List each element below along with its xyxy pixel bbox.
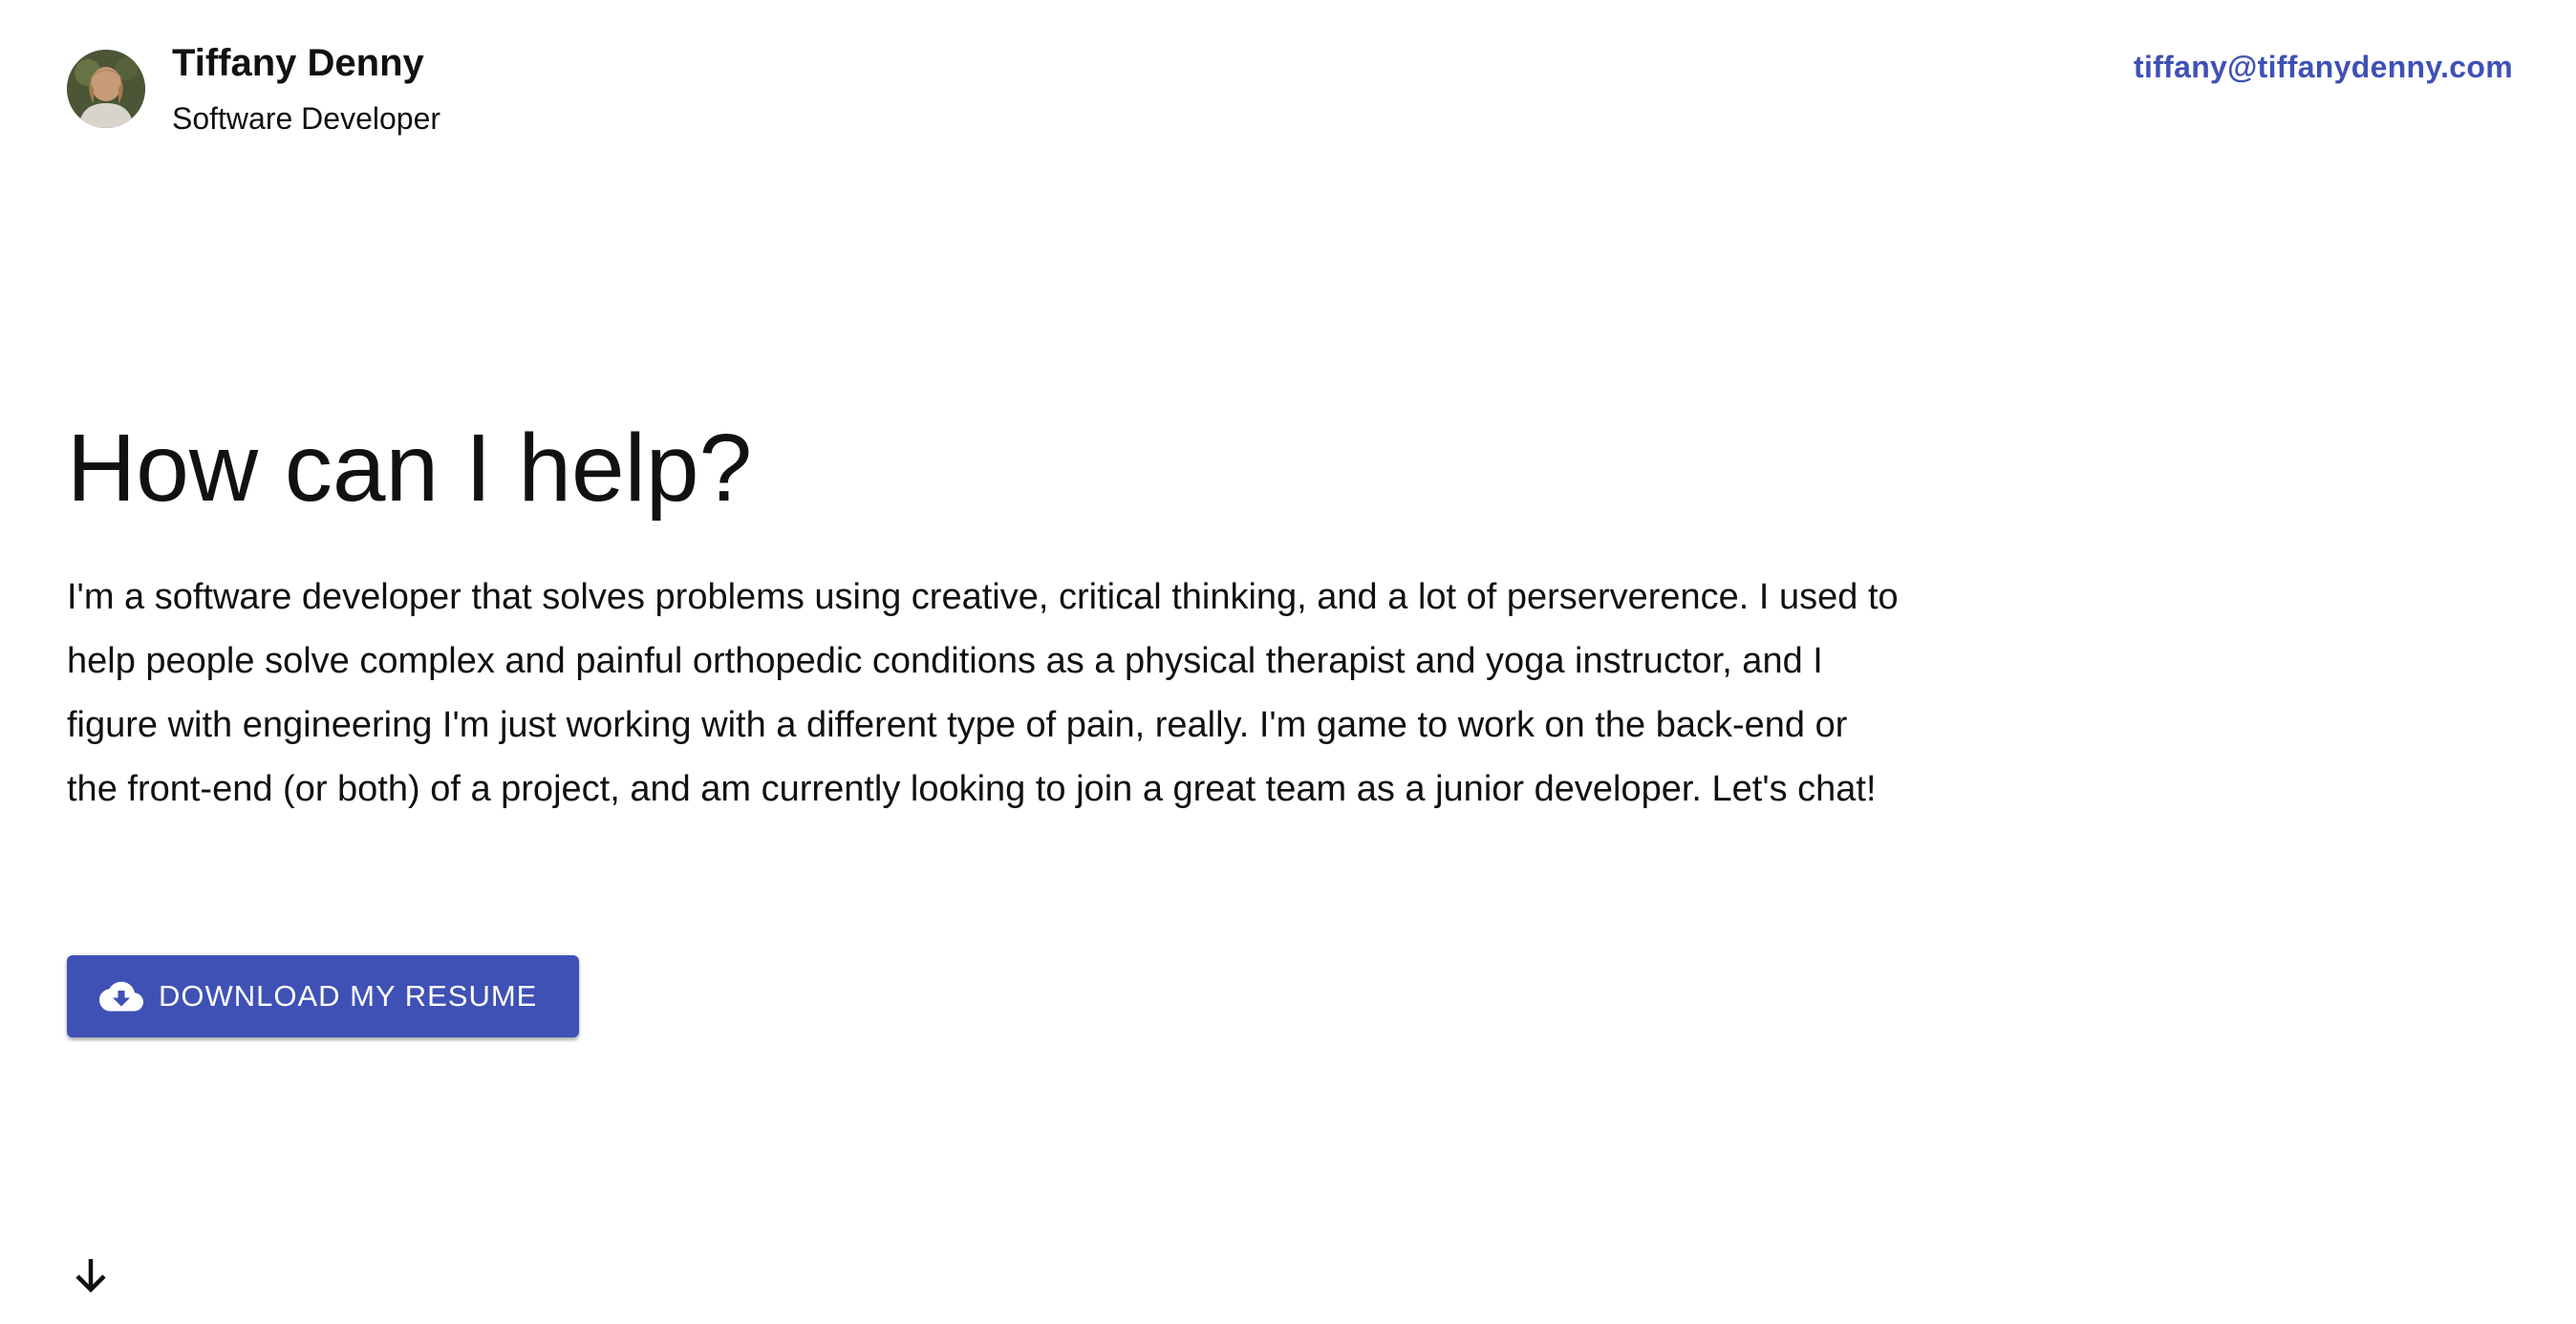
page-title: How can I help? [67, 415, 753, 522]
email-link[interactable]: tiffany@tiffanydenny.com [2134, 50, 2513, 85]
download-resume-button[interactable]: Download My Resume [67, 955, 580, 1037]
profile-identity: Tiffany Denny Software Developer [172, 38, 440, 138]
avatar [67, 50, 145, 128]
intro-paragraph: I'm a software developer that solves pro… [67, 577, 1899, 809]
arrow-down-icon[interactable] [69, 1253, 113, 1297]
profile-header: Tiffany Denny Software Developer [67, 38, 440, 138]
download-resume-label: Download My Resume [159, 979, 538, 1013]
profile-role: Software Developer [172, 101, 441, 136]
profile-name: Tiffany Denny [172, 42, 424, 84]
profile-photo [67, 50, 145, 128]
hero-section: How can I help? I'm a software developer… [67, 411, 1901, 822]
page: Tiffany Denny Software Developer tiffany… [0, 0, 2576, 1324]
cloud-download-icon [99, 980, 143, 1013]
